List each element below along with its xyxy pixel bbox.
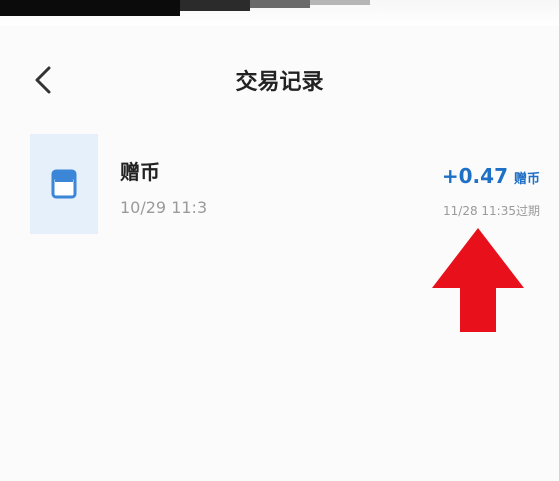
status-bar — [0, 0, 559, 26]
expire-time: 11/28 11:35过期 — [443, 204, 540, 218]
header: 交易记录 — [0, 50, 559, 110]
record-title: 赠币 — [120, 160, 160, 184]
record-thumbnail — [30, 134, 98, 234]
record-date: 10/29 11:3 — [120, 198, 208, 217]
amount-unit: 赠币 — [513, 172, 540, 187]
red-arrow-annotation-icon — [432, 228, 524, 332]
screen: 交易记录 赠币 10/29 11:3 +0.47 赠币 11/28 11:35过… — [0, 0, 559, 481]
list-item[interactable]: 赠币 10/29 11:3 +0.47 赠币 11/28 11:35过期 — [30, 134, 540, 234]
amount-value: +0.47 — [441, 164, 508, 188]
record-amount: +0.47 赠币 — [442, 164, 540, 188]
envelope-icon — [51, 169, 77, 199]
page-title: 交易记录 — [235, 70, 324, 95]
